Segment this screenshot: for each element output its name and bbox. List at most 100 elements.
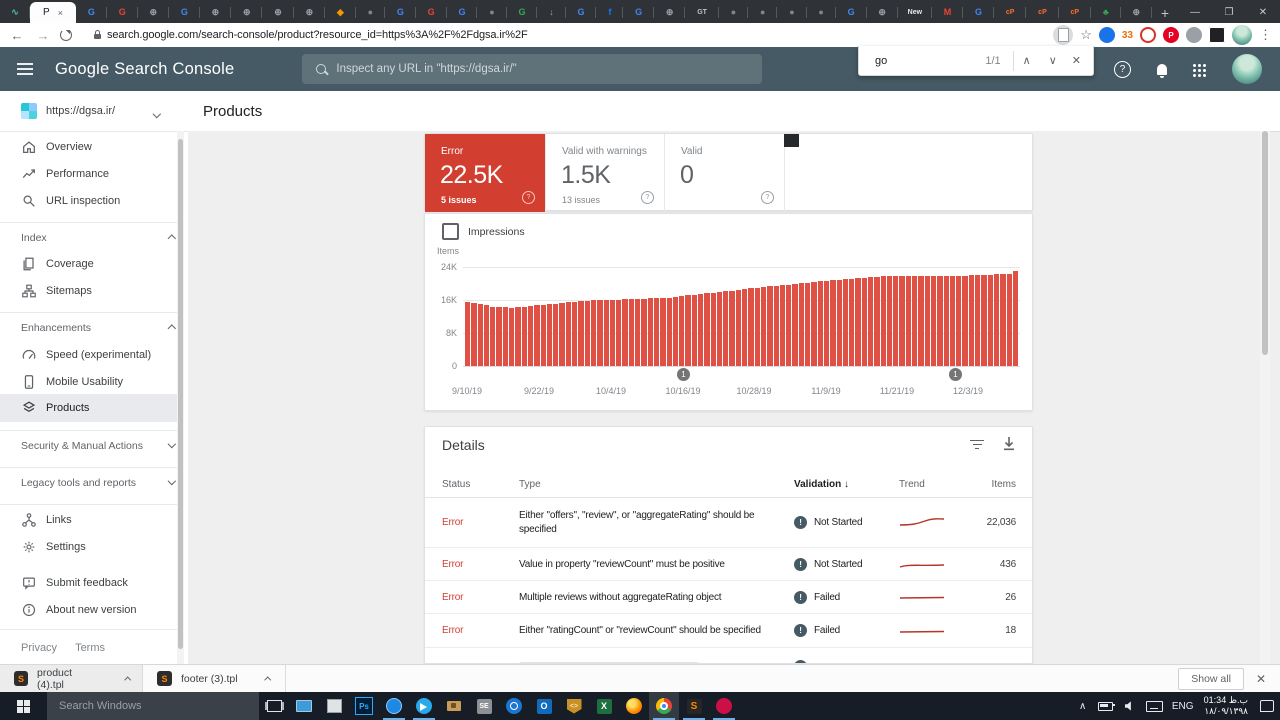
browser-tab[interactable]: cP [994,2,1027,23]
chart-bar[interactable] [842,279,849,366]
browser-tab[interactable]: ⊕ [200,2,232,23]
battery-icon[interactable] [1094,692,1118,720]
chart-bar[interactable] [465,302,471,366]
sidebar-item-url-inspection[interactable]: URL inspection [0,187,178,214]
account-avatar[interactable] [1232,54,1262,84]
browser-tab[interactable]: ⊕ [294,2,326,23]
chart-bar[interactable] [502,307,509,366]
tray-expand-chevron[interactable]: ∧ [1072,692,1094,720]
browser-tab[interactable]: ● [719,2,749,23]
sidebar-scrollbar[interactable] [177,131,184,664]
chart-bar[interactable] [660,298,666,366]
https-lock-icon[interactable] [94,29,101,39]
chart-bar[interactable] [1000,274,1006,366]
chart-bar[interactable] [483,305,490,366]
chart-bar[interactable] [874,277,880,366]
chart-bar[interactable] [767,286,773,366]
browser-tab[interactable]: ⊕ [138,2,169,23]
page-scrollbar[interactable] [1260,131,1270,664]
find-previous-button[interactable]: ∧ [1014,54,1040,67]
card-valid-with-warnings[interactable]: Valid with warnings 1.5K 13 issues ? [545,134,665,212]
taskbar-app-sublime[interactable]: S [679,692,709,720]
chart-bar[interactable] [1006,274,1012,366]
taskbar-app-firefox[interactable] [619,692,649,720]
keyboard-icon[interactable] [1142,692,1168,720]
browser-tab[interactable]: G [169,2,200,23]
tab-close-icon[interactable]: × [58,8,63,18]
chart-bar[interactable] [880,276,886,366]
extension-red-ring-icon[interactable] [1140,27,1156,43]
chart-bar[interactable] [823,281,830,366]
chart-bar[interactable] [811,282,817,366]
chart-bar[interactable] [578,301,584,366]
volume-icon[interactable] [1118,692,1142,720]
taskbar-app-laptop[interactable] [289,692,319,720]
chart-bar[interactable] [704,293,710,366]
taskbar-app-emblem[interactable] [499,692,529,720]
taskbar-app-window[interactable] [319,692,349,720]
chart-bar[interactable] [572,302,578,366]
chart-bar[interactable] [968,275,975,366]
property-selector[interactable]: https://dgsa.ir/ [0,97,178,125]
reload-button[interactable] [60,29,72,41]
chart-bar[interactable] [735,290,742,366]
browser-tab[interactable]: ⊕ [1121,2,1152,23]
chart-bar[interactable] [981,275,987,366]
chart-bar[interactable] [924,276,930,366]
chart-bar[interactable] [527,306,534,366]
chart-bar[interactable] [918,276,924,366]
chart-bar[interactable] [899,276,905,366]
browser-tab[interactable]: ↓ [537,2,566,23]
google-apps-grid-icon[interactable] [1193,63,1196,67]
sidebar-item-settings[interactable]: Settings [0,533,178,560]
forward-button[interactable]: → [30,28,56,43]
download-item[interactable]: S footer (3).tpl [143,665,286,692]
browser-tab[interactable]: ♣ [1091,2,1121,23]
browser-tab[interactable]: ⊕ [262,2,294,23]
chart-bar[interactable] [647,298,653,366]
chart-bar[interactable] [868,277,874,366]
browser-tab[interactable]: ⊕ [867,2,898,23]
sidebar-item-sitemaps[interactable]: Sitemaps [0,277,178,304]
active-extension-icon[interactable] [1053,25,1074,45]
notifications-bell-icon[interactable] [1157,63,1167,78]
chart-bar[interactable] [540,305,546,366]
browser-tab[interactable]: G [416,2,447,23]
chart-bar[interactable] [817,281,823,366]
chart-bar[interactable] [716,292,723,366]
help-icon[interactable]: ? [522,191,535,204]
chart-bar[interactable] [521,307,527,366]
start-button[interactable] [17,699,30,713]
chart-bar[interactable] [760,287,767,366]
task-view-button[interactable] [259,692,289,720]
chart-bar[interactable] [861,278,867,366]
table-row-partial[interactable] [425,648,1032,663]
taskbar-app-outlook[interactable]: O [529,692,559,720]
taskbar-app-excel[interactable]: X [589,692,619,720]
taskbar-app-locked-folder[interactable] [439,692,469,720]
chart-bar[interactable] [962,276,968,366]
checkbox-unchecked-icon[interactable] [442,223,459,240]
chart-bar[interactable] [534,305,540,366]
browser-tab[interactable]: G [963,2,994,23]
table-row[interactable]: Error Multiple reviews without aggregate… [425,581,1032,614]
browser-tab[interactable]: f [596,2,624,23]
chart-annotation-marker[interactable]: 1 [677,368,690,381]
table-row[interactable]: Error Either "ratingCount" or "reviewCou… [425,614,1032,648]
browser-tab[interactable]: cP [1026,2,1059,23]
browser-tab[interactable]: M [932,2,964,23]
chart-bar[interactable] [893,276,899,366]
browser-tab[interactable]: G [507,2,538,23]
browser-tab[interactable]: G [76,2,107,23]
sidebar-item-links[interactable]: Links [0,506,178,533]
table-row[interactable]: Error Value in property "reviewCount" mu… [425,548,1032,581]
taskbar-app-chrome[interactable] [649,692,679,720]
chart-bar[interactable] [565,302,572,366]
sidebar-section-security[interactable]: Security & Manual Actions [0,432,199,459]
chart-bar[interactable] [754,288,760,366]
chart-bar[interactable] [679,296,685,366]
taskbar-app-blue-circle[interactable] [379,692,409,720]
chart-bar[interactable] [987,275,993,366]
col-status[interactable]: Status [442,479,519,490]
browser-tab[interactable]: G [107,2,138,23]
